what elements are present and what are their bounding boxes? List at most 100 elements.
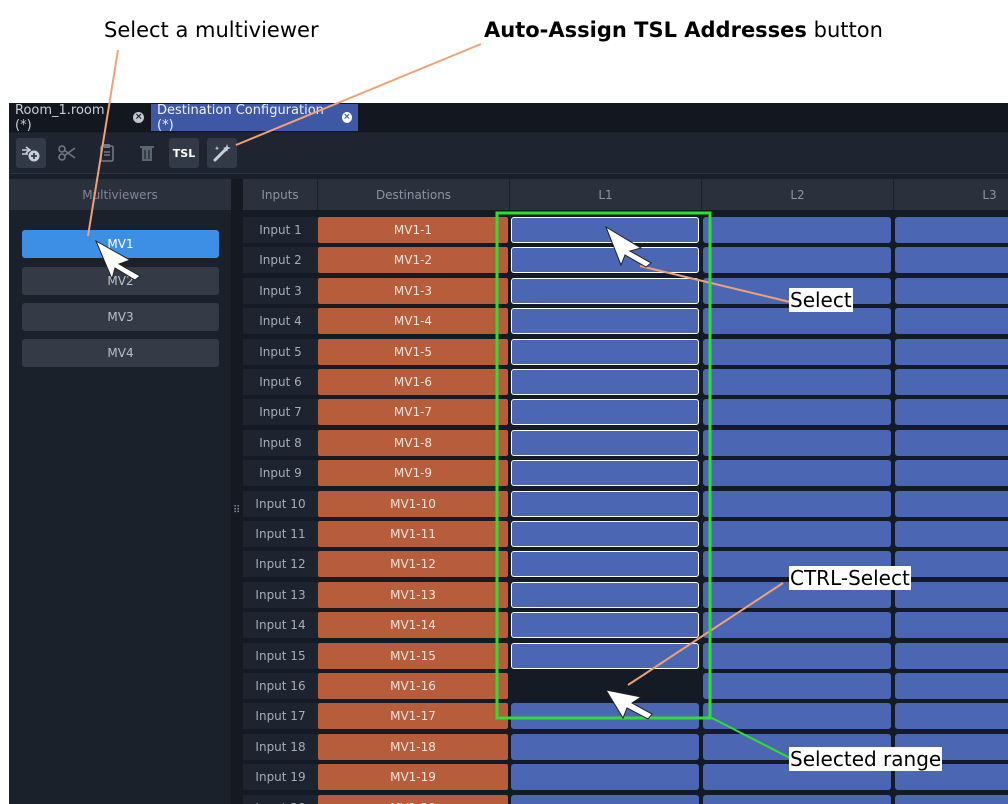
level-cell-l3[interactable]	[895, 643, 1008, 669]
level-cell-l1[interactable]	[511, 551, 699, 577]
input-cell: Input 20	[243, 795, 318, 804]
level-cell-l1[interactable]	[511, 734, 699, 760]
level-cell-l2[interactable]	[703, 217, 891, 243]
add-multiviewer-button[interactable]	[16, 138, 46, 168]
destination-cell[interactable]: MV1-7	[318, 399, 508, 425]
level-cell-l2[interactable]	[703, 369, 891, 395]
destination-cell[interactable]: MV1-20	[318, 795, 508, 804]
level-cell-l3[interactable]	[895, 430, 1008, 456]
level-cell-l1[interactable]	[511, 795, 699, 804]
level-cell-l3[interactable]	[895, 247, 1008, 273]
close-icon[interactable]: ×	[341, 112, 352, 123]
level-cell-l1[interactable]	[511, 399, 699, 425]
destination-cell[interactable]: MV1-4	[318, 308, 508, 334]
level-cell-l1[interactable]	[511, 430, 699, 456]
input-cell: Input 3	[243, 278, 318, 304]
destination-cell[interactable]: MV1-16	[318, 673, 508, 699]
level-cell-l2[interactable]	[703, 643, 891, 669]
multiviewer-item-mv3[interactable]: MV3	[22, 303, 219, 331]
level-cell-l1[interactable]	[511, 339, 699, 365]
destination-cell[interactable]: MV1-15	[318, 643, 508, 669]
paste-button[interactable]	[92, 138, 122, 168]
destination-cell[interactable]: MV1-5	[318, 339, 508, 365]
column-header-inputs: Inputs	[243, 179, 318, 210]
grip-icon: ⠿	[233, 505, 241, 516]
destination-cell[interactable]: MV1-17	[318, 703, 508, 729]
multiviewer-item-mv1[interactable]: MV1	[22, 230, 219, 258]
destination-cell[interactable]: MV1-19	[318, 764, 508, 790]
tsl-button[interactable]: TSL	[169, 138, 199, 168]
selected-range-callout: Selected range	[789, 747, 943, 771]
tab-room[interactable]: Room_1.room (*) ×	[9, 103, 150, 133]
destination-cell[interactable]: MV1-8	[318, 430, 508, 456]
destination-cell[interactable]: MV1-11	[318, 521, 508, 547]
level-cell-l1[interactable]	[511, 582, 699, 608]
level-cell-l1[interactable]	[511, 369, 699, 395]
destination-cell[interactable]: MV1-13	[318, 582, 508, 608]
level-cell-l1[interactable]	[511, 217, 699, 243]
level-cell-l3[interactable]	[895, 460, 1008, 486]
destination-cell[interactable]: MV1-3	[318, 278, 508, 304]
input-cell: Input 11	[243, 521, 318, 547]
destination-cell[interactable]: MV1-18	[318, 734, 508, 760]
destination-cell[interactable]: MV1-2	[318, 247, 508, 273]
level-cell-l1[interactable]	[511, 491, 699, 517]
level-cell-l1[interactable]	[511, 278, 699, 304]
level-cell-l1[interactable]	[511, 247, 699, 273]
level-cell-l2[interactable]	[703, 460, 891, 486]
level-cell-l3[interactable]	[895, 491, 1008, 517]
level-cell-l2[interactable]	[703, 612, 891, 638]
level-cell-l2[interactable]	[703, 521, 891, 547]
level-cell-l3[interactable]	[895, 217, 1008, 243]
level-cell-l3[interactable]	[895, 673, 1008, 699]
close-icon[interactable]: ×	[133, 112, 144, 123]
tab-destination-configuration[interactable]: Destination Configuration (*) ×	[151, 103, 358, 133]
delete-button[interactable]	[132, 138, 162, 168]
destination-cell[interactable]: MV1-12	[318, 551, 508, 577]
level-cell-l3[interactable]	[895, 551, 1008, 577]
destination-cell[interactable]: MV1-10	[318, 491, 508, 517]
input-cell: Input 12	[243, 551, 318, 577]
input-cell: Input 6	[243, 369, 318, 395]
pane-splitter-handle[interactable]: ⠿	[231, 179, 243, 804]
level-cell-l3[interactable]	[895, 339, 1008, 365]
level-cell-l3[interactable]	[895, 369, 1008, 395]
destination-cell[interactable]: MV1-14	[318, 612, 508, 638]
level-cell-l1[interactable]	[511, 521, 699, 547]
level-cell-l3[interactable]	[895, 399, 1008, 425]
level-cell-l2[interactable]	[703, 703, 891, 729]
select-multiviewer-callout: Select a multiviewer	[104, 18, 319, 42]
scissors-icon	[58, 145, 76, 161]
level-cell-l3[interactable]	[895, 612, 1008, 638]
level-cell-l1[interactable]	[511, 643, 699, 669]
level-cell-l3[interactable]	[895, 521, 1008, 547]
select-callout: Select	[789, 288, 853, 312]
level-cell-l2[interactable]	[703, 430, 891, 456]
level-cell-l1[interactable]	[511, 612, 699, 638]
multiviewer-item-mv4[interactable]: MV4	[22, 339, 219, 367]
level-cell-l3[interactable]	[895, 582, 1008, 608]
destination-cell[interactable]: MV1-6	[318, 369, 508, 395]
level-cell-l1[interactable]	[511, 703, 699, 729]
level-cell-l3[interactable]	[895, 703, 1008, 729]
destination-cell[interactable]: MV1-9	[318, 460, 508, 486]
level-cell-l2[interactable]	[703, 247, 891, 273]
level-cell-l2[interactable]	[703, 399, 891, 425]
level-cell-l1[interactable]	[511, 308, 699, 334]
level-cell-l2[interactable]	[703, 795, 891, 804]
level-cell-l1[interactable]	[511, 673, 699, 699]
level-cell-l3[interactable]	[895, 795, 1008, 804]
level-cell-l3[interactable]	[895, 308, 1008, 334]
level-cell-l2[interactable]	[703, 673, 891, 699]
level-cell-l2[interactable]	[703, 491, 891, 517]
trash-icon	[140, 146, 154, 161]
level-cell-l2[interactable]	[703, 339, 891, 365]
destination-grid: Inputs Destinations L1 L2 L3 Input 1 MV1-…	[243, 179, 1008, 804]
auto-assign-tsl-button[interactable]	[207, 138, 237, 168]
cut-button[interactable]	[52, 138, 82, 168]
destination-cell[interactable]: MV1-1	[318, 217, 508, 243]
level-cell-l1[interactable]	[511, 460, 699, 486]
multiviewer-item-mv2[interactable]: MV2	[22, 267, 219, 295]
level-cell-l1[interactable]	[511, 764, 699, 790]
level-cell-l3[interactable]	[895, 278, 1008, 304]
